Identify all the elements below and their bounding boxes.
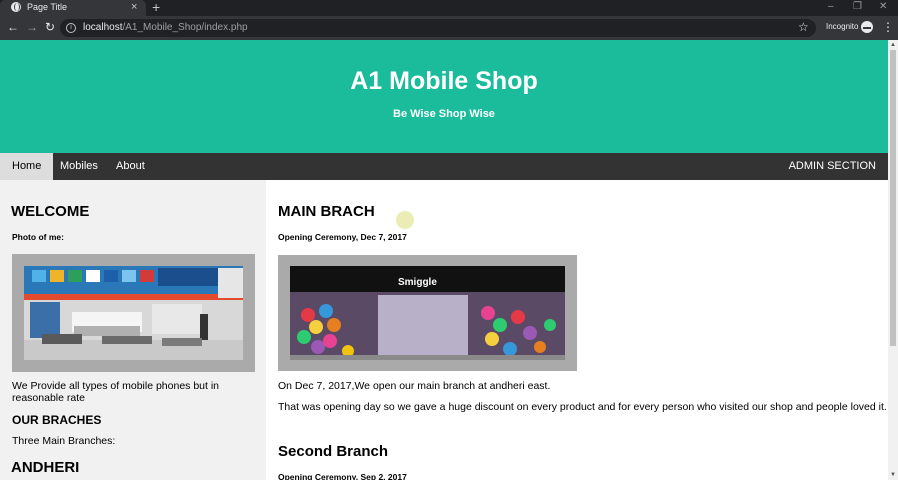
photo-label: Photo of me: [12,232,64,242]
nav-admin-section[interactable]: ADMIN SECTION [777,153,888,180]
star-icon[interactable]: ☆ [798,20,809,34]
scroll-down-arrow-icon[interactable]: ▼ [890,472,896,478]
store-front-image: Smiggle [290,266,565,360]
post1-subheading: Opening Ceremony, Dec 7, 2017 [278,232,407,242]
store-photo: Smiggle [278,255,577,371]
nav-mobiles[interactable]: Mobiles [48,153,110,180]
browser-toolbar: ← → ↻ i localhost/A1_Mobile_Shop/index.p… [0,16,898,40]
post1-heading: MAIN BRACH [278,203,375,220]
site-tagline: Be Wise Shop Wise [393,108,495,120]
shop-photo [12,254,255,372]
scrollbar-thumb[interactable] [890,50,896,346]
branches-heading: OUR BRACHES [12,413,102,427]
url-text: localhost/A1_Mobile_Shop/index.php [83,22,248,33]
restore-icon[interactable]: ❐ [853,1,862,13]
post2-subheading: Opening Ceremony, Sep 2, 2017 [278,472,407,480]
page-scrollbar[interactable]: ▲ ▼ [888,40,898,480]
url-host: localhost [83,22,123,33]
incognito-label: Incognito [826,22,859,31]
site-title: A1 Mobile Shop [350,67,538,95]
close-window-icon[interactable]: ✕ [879,1,887,13]
minimize-icon[interactable]: – [828,1,834,13]
browser-tabstrip: Page Title × + – ❐ ✕ [0,0,898,16]
top-navbar: Home Mobiles About ADMIN SECTION [0,153,888,180]
shop-description: We Provide all types of mobile phones bu… [12,380,220,404]
branches-text: Three Main Branches: [12,435,116,447]
branch-name-heading: ANDHERI [11,459,80,476]
new-tab-button[interactable]: + [152,0,160,14]
scroll-up-arrow-icon[interactable]: ▲ [890,42,896,48]
close-tab-icon[interactable]: × [131,1,137,13]
page-viewport: A1 Mobile Shop Be Wise Shop Wise Home Mo… [0,40,888,480]
nav-home[interactable]: Home [0,153,54,180]
tab-title: Page Title [27,2,68,12]
post1-paragraph1: On Dec 7, 2017,We open our main branch a… [278,380,551,392]
site-header: A1 Mobile Shop Be Wise Shop Wise [0,40,888,153]
menu-icon[interactable]: ⋮ [882,21,894,33]
browser-tab[interactable]: Page Title × [0,0,146,16]
globe-icon [11,2,21,12]
info-icon[interactable]: i [66,23,76,33]
post1-paragraph2: That was opening day so we gave a huge d… [278,401,887,413]
nav-about[interactable]: About [104,153,157,180]
welcome-heading: WELCOME [11,203,90,220]
incognito-icon[interactable] [861,21,873,33]
shop-interior-image [24,266,243,360]
cursor-highlight [396,211,414,229]
store-sign-text: Smiggle [398,277,437,288]
reload-icon[interactable]: ↻ [45,20,55,34]
sidebar: WELCOME Photo of me: We Provide all type… [0,180,266,480]
forward-icon[interactable]: → [26,20,38,34]
url-path: /A1_Mobile_Shop/index.php [122,22,248,33]
address-bar[interactable]: i localhost/A1_Mobile_Shop/index.php ☆ [60,19,816,37]
main-content: MAIN BRACH Opening Ceremony, Dec 7, 2017… [266,180,888,480]
back-icon[interactable]: ← [7,20,19,34]
post2-heading: Second Branch [278,443,389,460]
